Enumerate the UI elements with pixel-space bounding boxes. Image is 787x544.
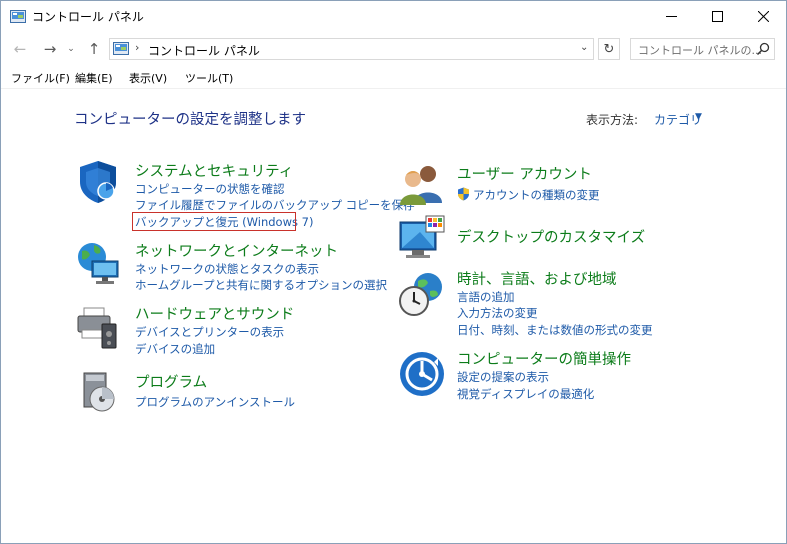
link-change-account-type[interactable]: アカウントの種類の変更 [473, 187, 600, 203]
menu-bar: ファイル(F) 編集(E) 表示(V) ツール(T) [1, 66, 786, 88]
breadcrumb-separator-icon[interactable]: › [135, 41, 139, 54]
page-heading: コンピューターの設定を調整します [74, 112, 306, 128]
category-hardware-sound[interactable]: ハードウェアとサウンド [135, 303, 294, 324]
ease-of-access-icon[interactable] [398, 350, 446, 398]
search-box[interactable]: コントロール パネルの... [630, 38, 775, 60]
forward-arrow-icon[interactable]: → [42, 40, 58, 58]
menu-view[interactable]: 表示(V) [129, 70, 167, 86]
clock-globe-icon[interactable] [398, 271, 446, 319]
recent-locations-icon[interactable]: ⌄ [65, 41, 77, 57]
category-ease-of-access[interactable]: コンピューターの簡単操作 [457, 348, 631, 369]
navigation-bar: ← → ⌄ ↑ › コントロール パネル ⌄ ↻ コントロール パネルの... [1, 32, 786, 66]
search-icon[interactable] [756, 42, 770, 56]
breadcrumb-control-panel[interactable]: コントロール パネル [148, 42, 260, 59]
printer-speaker-icon[interactable] [74, 304, 122, 352]
category-clock-language-region[interactable]: 時計、言語、および地域 [457, 268, 617, 289]
link-network-status-tasks[interactable]: ネットワークの状態とタスクの表示 [135, 261, 319, 277]
close-button[interactable] [740, 1, 786, 31]
users-icon[interactable] [398, 161, 446, 209]
minimize-button[interactable] [648, 1, 694, 31]
control-panel-window: コントロール パネル ← → ⌄ ↑ › コントロール パネル ⌄ ↻ コントロ… [0, 0, 787, 544]
link-change-input-method[interactable]: 入力方法の変更 [457, 305, 538, 321]
link-file-history-backup[interactable]: ファイル履歴でファイルのバックアップ コピーを保存 [135, 197, 415, 213]
title-bar[interactable]: コントロール パネル [1, 1, 786, 32]
link-change-date-time-number-format[interactable]: 日付、時刻、または数値の形式の変更 [457, 322, 653, 338]
category-network-internet[interactable]: ネットワークとインターネット [135, 240, 338, 261]
link-add-device[interactable]: デバイスの追加 [135, 341, 215, 357]
shield-icon[interactable] [74, 158, 122, 206]
maximize-button[interactable] [694, 1, 740, 31]
control-panel-address-icon [113, 42, 129, 55]
menu-file[interactable]: ファイル(F) [11, 70, 70, 86]
address-dropdown-icon[interactable]: ⌄ [580, 42, 588, 53]
window-title: コントロール パネル [32, 10, 144, 24]
menu-edit[interactable]: 編集(E) [75, 70, 113, 86]
programs-disc-icon[interactable] [74, 369, 122, 417]
up-arrow-icon[interactable]: ↑ [86, 40, 102, 58]
menu-tools[interactable]: ツール(T) [185, 70, 233, 86]
maximize-icon [711, 10, 723, 22]
category-programs[interactable]: プログラム [135, 371, 207, 392]
category-desktop-customization[interactable]: デスクトップのカスタマイズ [457, 226, 645, 247]
link-check-computer-status[interactable]: コンピューターの状態を確認 [135, 181, 285, 197]
refresh-button[interactable]: ↻ [598, 38, 620, 60]
refresh-icon: ↻ [603, 41, 615, 57]
category-system-security[interactable]: システムとセキュリティ [135, 160, 293, 181]
network-globe-icon[interactable] [74, 239, 122, 287]
address-bar[interactable]: › コントロール パネル ⌄ [109, 38, 594, 60]
close-icon [757, 10, 769, 22]
menu-divider [1, 88, 786, 89]
back-arrow-icon[interactable]: ← [12, 40, 28, 58]
link-uninstall-program[interactable]: プログラムのアンインストール [135, 394, 295, 410]
view-by-caret-icon[interactable]: ▼ [695, 112, 702, 122]
minimize-icon [665, 15, 677, 17]
monitor-palette-icon[interactable] [398, 214, 446, 262]
link-homegroup-sharing-options[interactable]: ホームグループと共有に関するオプションの選択 [135, 277, 387, 293]
view-by-label: 表示方法: [586, 113, 639, 127]
control-panel-app-icon [10, 10, 26, 23]
search-placeholder[interactable]: コントロール パネルの... [638, 42, 762, 58]
highlight-box [132, 212, 296, 231]
category-user-accounts[interactable]: ユーザー アカウント [457, 163, 592, 184]
link-devices-printers[interactable]: デバイスとプリンターの表示 [135, 324, 284, 340]
link-add-language[interactable]: 言語の追加 [457, 289, 515, 305]
link-get-recommendations[interactable]: 設定の提案の表示 [457, 369, 549, 385]
link-optimize-visual-display[interactable]: 視覚ディスプレイの最適化 [457, 386, 594, 402]
uac-shield-icon [458, 187, 469, 201]
